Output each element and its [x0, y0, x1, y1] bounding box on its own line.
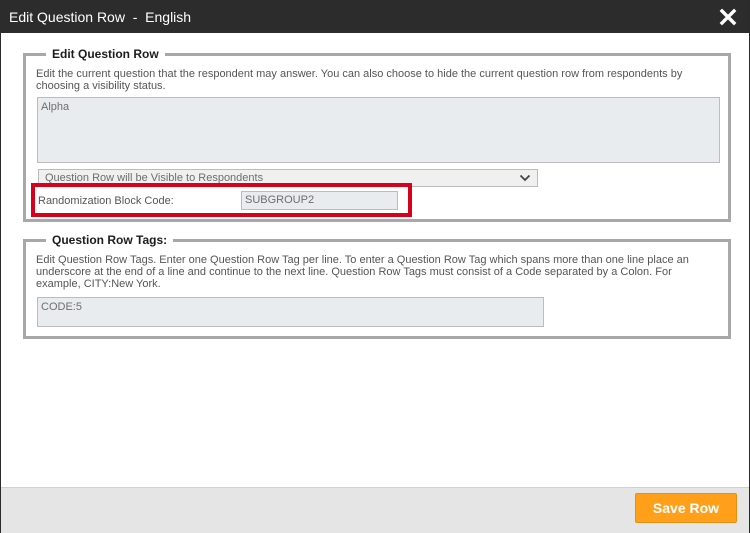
edit-question-row-description: Edit the current question that the respo… [36, 68, 683, 92]
dialog-footer: Save Row [1, 487, 749, 533]
dialog-body: Edit Question Row Edit the current quest… [1, 33, 749, 487]
dialog-title: Edit Question Row - English [9, 9, 192, 25]
save-row-button[interactable]: Save Row [635, 493, 737, 523]
close-icon[interactable] [717, 6, 739, 28]
randomization-block-code-label: Randomization Block Code: [38, 195, 174, 207]
chevron-down-icon [519, 173, 531, 183]
question-row-tags-legend: Question Row Tags: [52, 233, 168, 247]
edit-question-row-legend: Edit Question Row [52, 47, 159, 61]
dialog-titlebar: Edit Question Row - English [1, 1, 749, 33]
randomization-block-code-input[interactable]: SUBGROUP2 [241, 191, 398, 210]
question-row-tags-field[interactable]: CODE:5 [37, 297, 544, 327]
question-row-tags-description: Edit Question Row Tags. Enter one Questi… [36, 254, 689, 290]
edit-question-row-dialog: Edit Question Row - English Edit Questio… [0, 0, 750, 533]
question-text-field[interactable]: Alpha [37, 97, 720, 163]
